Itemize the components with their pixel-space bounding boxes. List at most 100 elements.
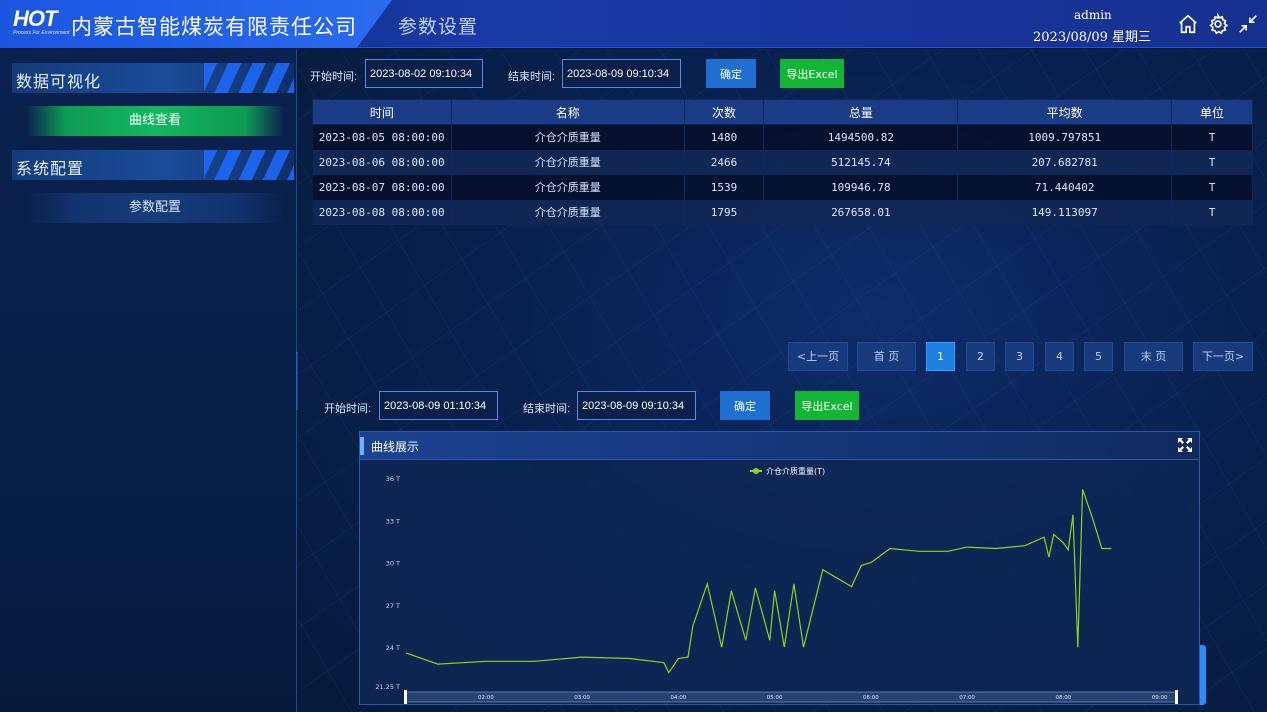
y-tick-label: 24 T bbox=[386, 644, 400, 652]
line-chart: 介仓介质重量(T) 21.25 T 24 T 27 T 30 T 33 T 36 T 02:0… bbox=[375, 466, 1178, 704]
next-page-button[interactable]: 下一页> bbox=[1193, 342, 1253, 371]
chart-panel-title: 曲线展示 bbox=[371, 440, 420, 454]
start-time-input[interactable] bbox=[365, 59, 483, 88]
end-time-label: 结束时间: bbox=[523, 403, 571, 415]
chart-end-time-input[interactable] bbox=[577, 391, 696, 420]
y-tick-label: 30 T bbox=[386, 560, 400, 568]
cell-total: 109946.78 bbox=[763, 174, 959, 200]
sidebar-group-system-config[interactable]: 系统配置 bbox=[12, 150, 294, 180]
cell-total: 267658.01 bbox=[763, 199, 959, 225]
start-time-label: 开始时间: bbox=[324, 403, 372, 415]
cell-time: 2023-08-08 08:00:00 bbox=[312, 199, 452, 225]
gear-icon[interactable] bbox=[1207, 12, 1229, 35]
fullscreen-icon[interactable] bbox=[1177, 437, 1193, 453]
cell-name: 介仓介质重量 bbox=[451, 199, 685, 225]
sidebar-item-curve-view[interactable]: 曲线查看 bbox=[26, 106, 284, 136]
main-content: 开始时间: 结束时间: 确定 导出Excel 时间 名称 次数 总量 平均数 单… bbox=[298, 49, 1267, 712]
chart-export-excel-button[interactable]: 导出Excel bbox=[795, 391, 859, 420]
sidebar-group-label: 数据可视化 bbox=[16, 72, 102, 91]
x-tick-label: 09:00 bbox=[1152, 695, 1168, 701]
cell-time: 2023-08-05 08:00:00 bbox=[312, 124, 452, 150]
x-tick-label: 08:00 bbox=[1055, 695, 1071, 701]
home-icon[interactable] bbox=[1177, 13, 1199, 35]
cell-total: 1494500.82 bbox=[763, 124, 959, 150]
page-button-3[interactable]: 3 bbox=[1005, 342, 1034, 371]
col-header-count: 次数 bbox=[683, 99, 765, 125]
table-row[interactable]: 2023-08-05 08:00:00 介仓介质重量 1480 1494500.… bbox=[312, 124, 1253, 150]
page-button-4[interactable]: 4 bbox=[1045, 342, 1074, 371]
col-header-average: 平均数 bbox=[957, 99, 1173, 125]
sidebar-group-label: 系统配置 bbox=[16, 159, 85, 178]
y-tick-label: 33 T bbox=[386, 517, 400, 525]
cell-count: 1480 bbox=[684, 124, 765, 150]
table-row[interactable]: 2023-08-07 08:00:00 介仓介质重量 1539 109946.7… bbox=[312, 174, 1253, 200]
cell-average: 71.440402 bbox=[957, 174, 1173, 200]
cell-count: 1539 bbox=[684, 174, 765, 200]
confirm-button[interactable]: 确定 bbox=[706, 59, 756, 88]
page-button-2[interactable]: 2 bbox=[966, 342, 995, 371]
first-page-button[interactable]: 首 页 bbox=[857, 342, 916, 371]
end-time-label: 结束时间: bbox=[508, 71, 556, 83]
cell-name: 介仓介质重量 bbox=[451, 124, 685, 150]
end-time-input[interactable] bbox=[562, 59, 681, 88]
table-row[interactable]: 2023-08-06 08:00:00 介仓介质重量 2466 512145.7… bbox=[312, 149, 1253, 175]
page-title: 参数设置 bbox=[398, 16, 479, 38]
prev-page-button[interactable]: <上一页 bbox=[788, 342, 848, 371]
start-time-label: 开始时间: bbox=[310, 71, 358, 83]
chart-panel: 曲线展示 介仓介质重量(T) 21.25 T 24 T 27 T 30 T 33 T 36 … bbox=[359, 431, 1200, 705]
exit-fullscreen-icon[interactable] bbox=[1237, 13, 1259, 35]
zoom-slider-handle-left bbox=[404, 690, 407, 704]
y-tick-label: 36 T bbox=[386, 475, 400, 483]
x-tick-label: 04:00 bbox=[670, 695, 686, 701]
cell-count: 2466 bbox=[684, 149, 765, 175]
x-tick-label: 03:00 bbox=[574, 695, 590, 701]
cell-unit: T bbox=[1171, 174, 1253, 200]
y-tick-label: 27 T bbox=[386, 602, 400, 610]
col-header-total: 总量 bbox=[763, 99, 959, 125]
username: admin bbox=[1074, 8, 1112, 22]
logo-subtitle: Process For Environment bbox=[13, 30, 70, 36]
cell-average: 207.682781 bbox=[957, 149, 1173, 175]
date-weekday: 2023/08/09 星期三 bbox=[1033, 30, 1152, 45]
app-header: HOT Process For Environment 内蒙古智能煤炭有限责任公… bbox=[0, 0, 1267, 48]
sidebar: 数据可视化 曲线查看 系统配置 参数配置 bbox=[0, 49, 297, 712]
x-tick-label: 06:00 bbox=[863, 695, 879, 701]
table-header-row: 时间 名称 次数 总量 平均数 单位 bbox=[312, 99, 1253, 125]
cell-time: 2023-08-06 08:00:00 bbox=[312, 149, 452, 175]
cell-average: 1009.797851 bbox=[957, 124, 1173, 150]
series-line bbox=[405, 489, 1112, 674]
page-button-1[interactable]: 1 bbox=[926, 342, 955, 371]
cell-name: 介仓介质重量 bbox=[451, 149, 685, 175]
chart-start-time-input[interactable] bbox=[379, 391, 498, 420]
cell-name: 介仓介质重量 bbox=[451, 174, 685, 200]
sidebar-group-data-visualization[interactable]: 数据可视化 bbox=[12, 63, 294, 93]
x-tick-label: 02:00 bbox=[478, 695, 494, 701]
cell-total: 512145.74 bbox=[763, 149, 959, 175]
x-tick-label: 05:00 bbox=[767, 695, 783, 701]
cell-unit: T bbox=[1171, 124, 1253, 150]
stats-table: 时间 名称 次数 总量 平均数 单位 2023-08-05 08:00:00 介… bbox=[312, 99, 1253, 225]
last-page-button[interactable]: 末 页 bbox=[1124, 342, 1183, 371]
company-logo: HOT Process For Environment bbox=[13, 6, 70, 40]
col-header-unit: 单位 bbox=[1171, 99, 1253, 125]
export-excel-button[interactable]: 导出Excel bbox=[780, 59, 844, 88]
cell-average: 149.113097 bbox=[957, 199, 1173, 225]
logo-text: HOT bbox=[13, 6, 57, 31]
stripes-decoration bbox=[204, 63, 294, 93]
company-name: 内蒙古智能煤炭有限责任公司 bbox=[71, 15, 357, 39]
chart-confirm-button[interactable]: 确定 bbox=[720, 391, 770, 420]
cell-count: 1795 bbox=[684, 199, 765, 225]
y-tick-label: 21.25 T bbox=[375, 683, 400, 691]
page-button-5[interactable]: 5 bbox=[1084, 342, 1113, 371]
panel-edge-decoration bbox=[1200, 645, 1206, 705]
legend-marker bbox=[753, 468, 759, 474]
cell-unit: T bbox=[1171, 199, 1253, 225]
zoom-slider-handle-right bbox=[1175, 690, 1178, 704]
sidebar-item-param-config[interactable]: 参数配置 bbox=[26, 193, 284, 223]
legend-label: 介仓介质重量(T) bbox=[766, 466, 825, 476]
cell-time: 2023-08-07 08:00:00 bbox=[312, 174, 452, 200]
col-header-name: 名称 bbox=[450, 99, 685, 125]
stripes-decoration bbox=[204, 150, 294, 180]
table-row[interactable]: 2023-08-08 08:00:00 介仓介质重量 1795 267658.0… bbox=[312, 199, 1253, 225]
col-header-time: 时间 bbox=[312, 99, 452, 125]
